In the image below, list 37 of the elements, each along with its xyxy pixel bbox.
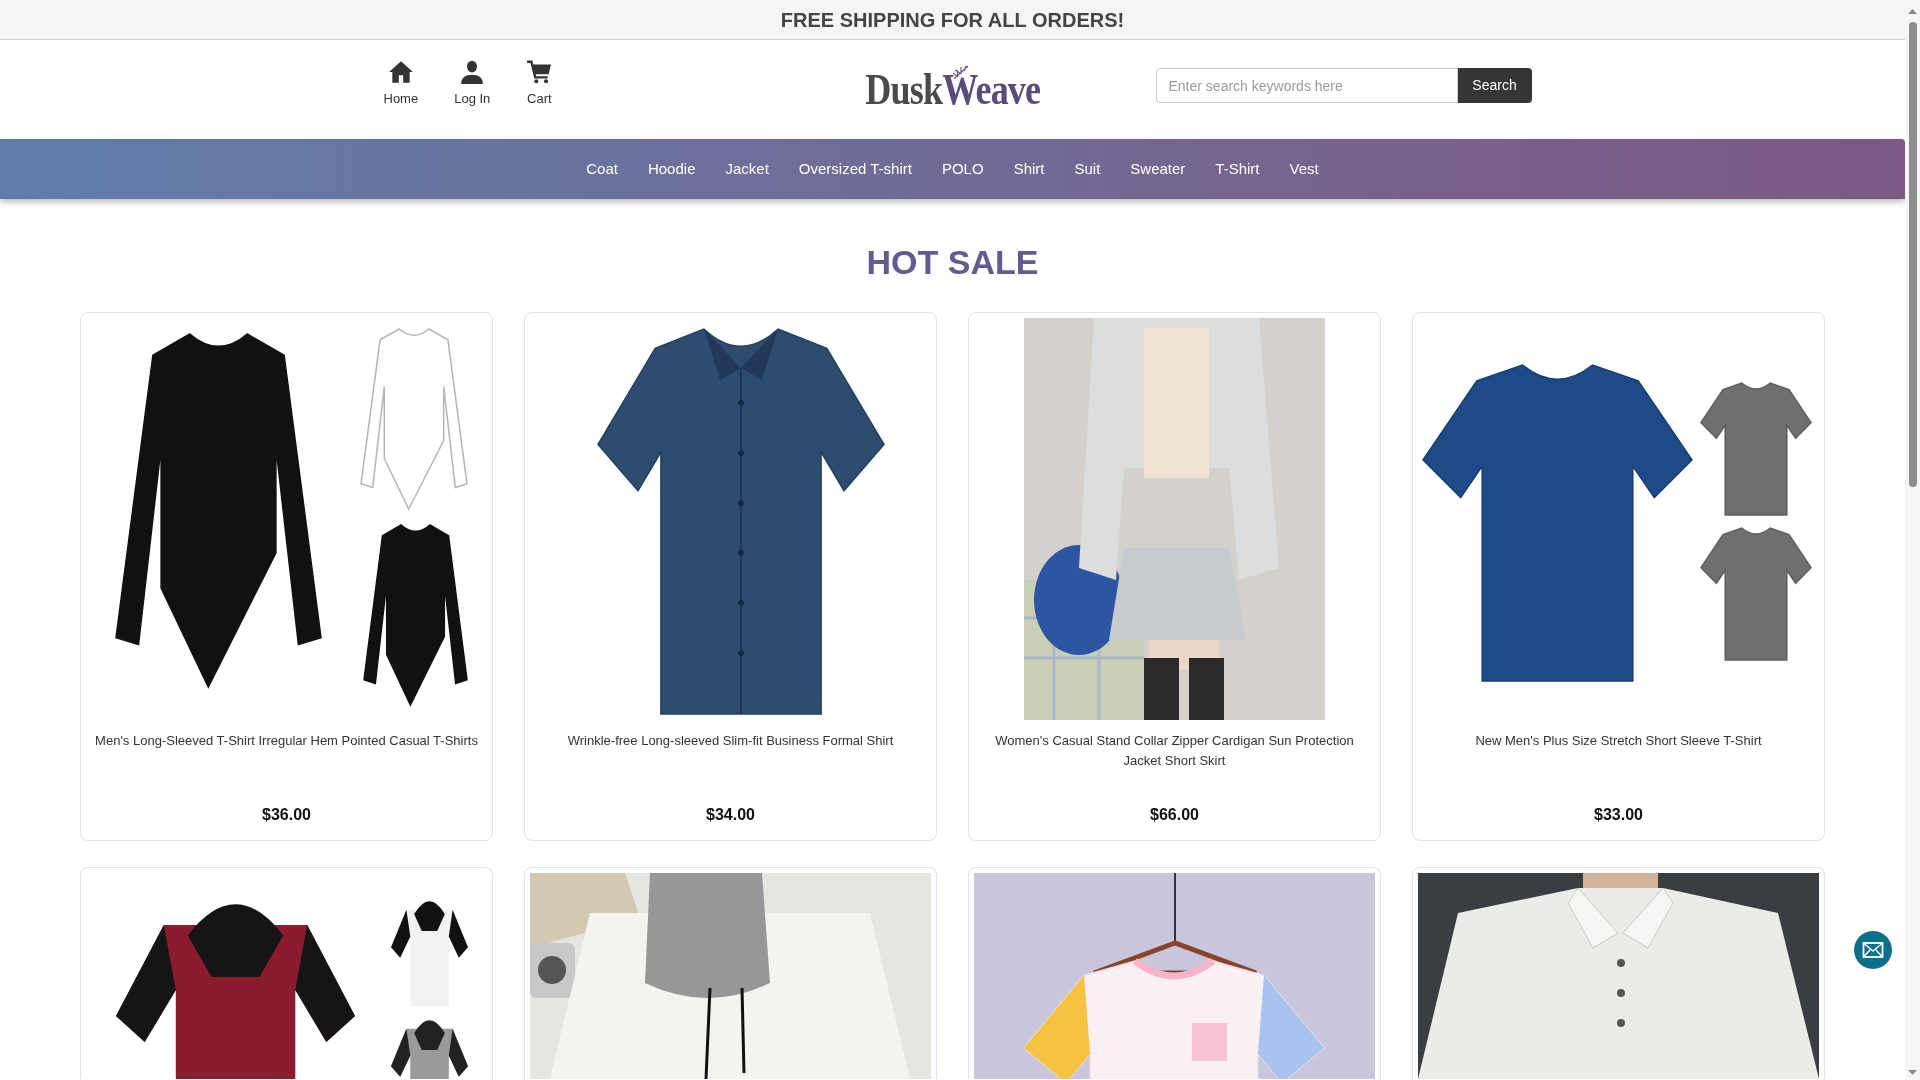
product-price: $66.00 (1150, 805, 1199, 825)
product-title[interactable]: Men's Long-Sleeved T-Shirt Irregular Hem Pointed Casual T-Shirts (86, 731, 487, 803)
section-title: HOT SALE (865, 242, 1040, 282)
search-button[interactable]: Search (1457, 68, 1532, 103)
product-title[interactable]: Wrinkle-free Long-sleeved Slim-fit Business Formal Shirt (530, 731, 931, 803)
product-title[interactable]: New Men's Plus Size Stretch Short Sleeve T-Shirt (1418, 731, 1819, 803)
login-link[interactable]: Log In (454, 58, 491, 107)
scrollbar-thumb[interactable] (1908, 22, 1917, 487)
category-link[interactable]: Shirt (1013, 157, 1045, 181)
product-price: $36.00 (262, 805, 311, 825)
home-link[interactable]: Home (383, 58, 419, 107)
logo[interactable]: DuskWeave (864, 67, 1040, 112)
category-link[interactable]: Suit (1074, 157, 1101, 181)
category-link[interactable]: POLO (941, 157, 984, 181)
caret-down-icon[interactable] (1908, 1070, 1917, 1075)
category-link[interactable]: Sweater (1130, 157, 1186, 181)
product-card[interactable]: Women's Casual Stand Collar Zipper Cardigan Sun Protection Jacket Short Skirt $66.00 (968, 312, 1381, 841)
category-link[interactable]: Oversized T-shirt (798, 157, 912, 181)
shipping-banner: FREE SHIPPING FOR ALL ORDERS! (0, 0, 1905, 40)
caret-up-icon[interactable] (1908, 9, 1917, 14)
product-card[interactable]: New Men's Plus Size Stretch Short Sleeve T-Shirt $33.00 (1412, 312, 1825, 841)
scrollbar[interactable] (1905, 0, 1920, 1080)
category-link[interactable]: Jacket (725, 157, 769, 181)
category-link[interactable]: Coat (586, 157, 618, 181)
product-price: $34.00 (706, 805, 755, 825)
category-link[interactable]: T-Shirt (1215, 157, 1260, 181)
product-title[interactable]: Women's Casual Stand Collar Zipper Cardigan Sun Protection Jacket Short Skirt (974, 731, 1375, 803)
cart-icon (526, 58, 553, 85)
product-card[interactable]: Wrinkle-free Long-sleeved Slim-fit Business Formal Shirt $34.00 (524, 312, 937, 841)
product-card[interactable]: Men's Long-Sleeved T-Shirt Irregular Hem Pointed Casual T-Shirts $36.00 (80, 312, 493, 841)
category-link[interactable]: Hoodie (647, 157, 696, 181)
mail-icon[interactable] (1854, 931, 1892, 969)
cart-link[interactable]: Cart (526, 58, 553, 107)
search-field[interactable]: Enter search keywords here (1155, 68, 1458, 103)
product-price: $33.00 (1594, 805, 1643, 825)
category-link[interactable]: Vest (1289, 157, 1319, 181)
user-icon (459, 58, 486, 85)
